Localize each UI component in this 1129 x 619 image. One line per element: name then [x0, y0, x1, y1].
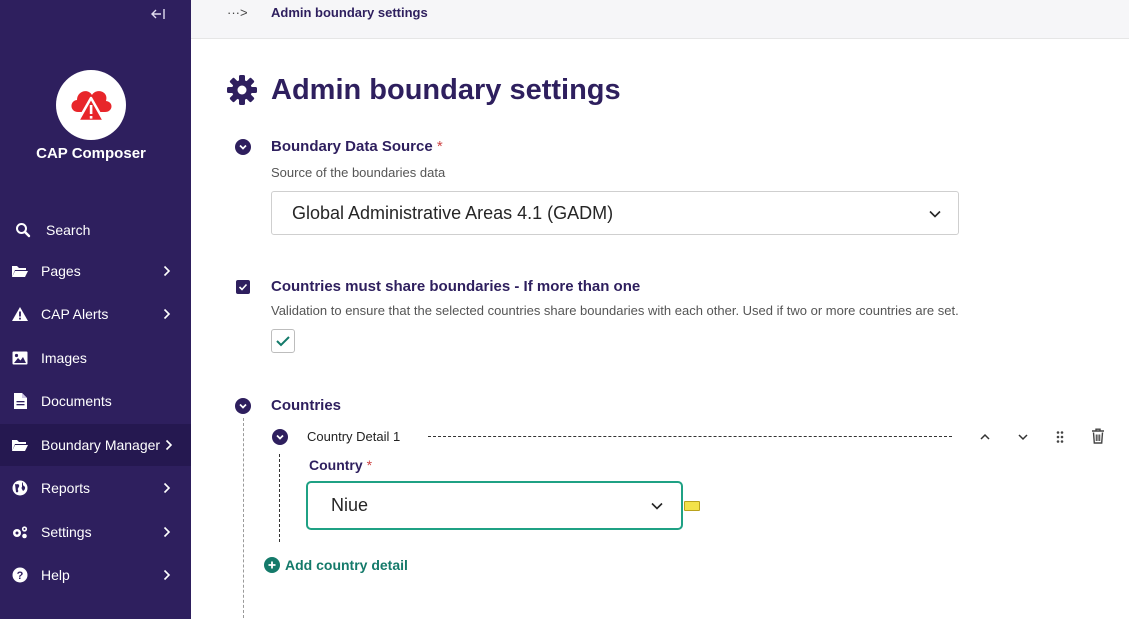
boundary-source-select[interactable]: Global Administrative Areas 4.1 (GADM) [271, 191, 959, 235]
country-detail-guide-line [279, 454, 280, 542]
sidebar-search-label: Search [46, 222, 91, 238]
drag-handle-icon [1056, 431, 1064, 443]
cloud-alert-icon [71, 91, 112, 123]
header-bar: ···> Admin boundary settings [191, 0, 1129, 39]
country-label-text: Country [309, 457, 363, 473]
drag-handle[interactable] [1051, 428, 1069, 446]
collapse-sidebar-button[interactable] [146, 5, 170, 23]
chevron-right-icon [161, 308, 173, 320]
country-select[interactable]: Niue [306, 481, 683, 530]
chevron-down-icon [276, 434, 284, 440]
app-name: CAP Composer [36, 145, 146, 162]
boundary-source-help: Source of the boundaries data [271, 165, 446, 180]
delete-button[interactable] [1089, 427, 1107, 445]
search-icon [14, 221, 32, 239]
sidebar-item-pages[interactable]: Pages [0, 251, 191, 291]
sidebar-item-cap-alerts[interactable]: CAP Alerts [0, 294, 191, 334]
sidebar-item-help[interactable]: ? Help [0, 555, 191, 595]
boundary-source-label-text: Boundary Data Source [271, 138, 433, 155]
sidebar-item-label: Images [41, 350, 87, 366]
sidebar-item-boundary-manager[interactable]: Boundary Manager [0, 424, 191, 466]
cogs-icon [11, 523, 29, 541]
sidebar-item-label: Pages [41, 263, 81, 279]
share-boundaries-help: Validation to ensure that the selected c… [271, 303, 959, 318]
trash-icon [1092, 428, 1104, 444]
countries-collapse-toggle[interactable] [235, 398, 251, 414]
add-country-detail-label: Add country detail [285, 557, 408, 573]
chevron-right-icon [163, 439, 175, 451]
country-detail-divider [428, 436, 952, 437]
app-logo[interactable] [56, 70, 126, 140]
folder-open-icon [11, 262, 29, 280]
share-boundaries-label: Countries must share boundaries - If mor… [271, 278, 641, 295]
collapse-left-icon [151, 9, 165, 19]
gear-icon [226, 74, 258, 106]
countries-label: Countries [271, 397, 342, 414]
boundary-source-collapse-toggle[interactable] [235, 139, 251, 155]
country-select-value: Niue [331, 495, 369, 515]
required-mark: * [366, 457, 373, 473]
plus-circle-icon [264, 557, 280, 573]
chevron-down-icon [928, 207, 942, 221]
required-mark: * [436, 138, 443, 155]
extension-badge-icon[interactable] [684, 501, 700, 511]
breadcrumb-current: Admin boundary settings [271, 5, 428, 20]
svg-text:?: ? [17, 570, 24, 582]
chevron-down-icon [239, 144, 247, 150]
move-down-button[interactable] [1014, 428, 1032, 446]
sidebar-item-label: Settings [41, 524, 92, 540]
chevron-down-icon [650, 499, 664, 513]
help-icon: ? [11, 566, 29, 584]
boundary-source-value: Global Administrative Areas 4.1 (GADM) [292, 202, 614, 223]
sidebar-item-label: Reports [41, 480, 91, 496]
folder-open-icon [11, 436, 29, 454]
sidebar-item-label: Documents [41, 393, 112, 409]
breadcrumb-more-button[interactable]: ···> [227, 5, 248, 20]
share-boundaries-status-icon [236, 280, 250, 294]
country-detail-collapse-toggle[interactable] [272, 429, 288, 445]
warning-icon [11, 305, 29, 323]
chevron-down-icon [239, 403, 247, 409]
chevron-right-icon [161, 526, 173, 538]
sidebar-item-label: Help [41, 567, 70, 583]
image-icon [11, 349, 29, 367]
chevron-right-icon [161, 482, 173, 494]
sidebar-item-settings[interactable]: Settings [0, 512, 191, 552]
sidebar-item-label: Boundary Manager [41, 437, 161, 453]
move-up-button[interactable] [976, 428, 994, 446]
globe-icon [11, 479, 29, 497]
sidebar-item-documents[interactable]: Documents [0, 381, 191, 421]
page-title: Admin boundary settings [271, 74, 621, 106]
chevron-down-icon [1018, 434, 1028, 441]
chevron-right-icon [161, 265, 173, 277]
chevron-up-icon [980, 433, 990, 440]
share-boundaries-checkbox[interactable] [271, 329, 295, 353]
countries-guide-line [243, 418, 244, 618]
boundary-source-label: Boundary Data Source * [271, 138, 443, 155]
check-icon [276, 336, 290, 347]
country-detail-title: Country Detail 1 [307, 429, 401, 444]
sidebar-item-images[interactable]: Images [0, 338, 191, 378]
document-icon [11, 392, 29, 410]
country-label: Country * [309, 457, 372, 473]
sidebar-search[interactable]: Search [0, 210, 191, 250]
add-country-detail-button[interactable]: Add country detail [264, 557, 408, 573]
sidebar-item-reports[interactable]: Reports [0, 468, 191, 508]
sidebar: CAP Composer Search Pages CAP Alerts Ima… [0, 0, 191, 619]
chevron-right-icon [161, 569, 173, 581]
sidebar-item-label: CAP Alerts [41, 306, 109, 322]
